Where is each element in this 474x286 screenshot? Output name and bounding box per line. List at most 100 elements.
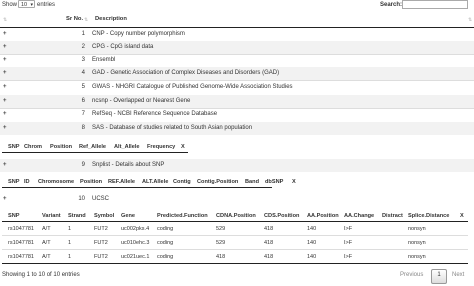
snplist-col-header: X [292, 179, 296, 185]
ucsc-cell: rs1047781 [8, 226, 34, 232]
col-srno-header[interactable]: Sr No. [66, 16, 83, 22]
sas-col-header: SNP [8, 144, 20, 150]
expand-icon[interactable]: + [3, 44, 7, 50]
sr-no-cell: 7 [81, 111, 85, 117]
ucsc-col-header: Symbol [94, 213, 115, 219]
ucsc-cell: 1 [68, 226, 72, 232]
search-input[interactable] [402, 0, 468, 9]
ucsc-col-header: SNP [8, 213, 20, 219]
ucsc-col-header: Gene [121, 213, 135, 219]
ucsc-col-header: Predicted.Function [157, 213, 208, 219]
ucsc-cell: 529 [216, 240, 226, 246]
ucsc-cell: FUT2 [94, 226, 108, 232]
sr-no-cell: 8 [81, 125, 85, 131]
ucsc-cell: FUT2 [94, 240, 108, 246]
ucsc-cell: nonsyn [408, 254, 426, 260]
previous-button[interactable]: Previous [400, 269, 423, 282]
sort-icon[interactable]: ⇅ [3, 17, 7, 23]
sas-col-header: Position [50, 144, 73, 150]
ucsc-cell: nonsyn [408, 240, 426, 246]
show-label: Show [2, 2, 18, 8]
sr-no-cell: 5 [81, 84, 85, 90]
table-row[interactable]: + 5 GWAS - NHGRI Catalogue of Published … [0, 80, 474, 96]
ucsc-col-header: AA.Change [344, 213, 375, 219]
ucsc-col-header: CDS.Position [264, 213, 300, 219]
snplist-col-header: dbSNP [265, 179, 284, 185]
page-length-value: 10 [21, 2, 28, 8]
snplist-col-header: Chromosome [38, 179, 75, 185]
ucsc-cell: I>F [344, 226, 353, 232]
expand-icon[interactable]: + [3, 70, 7, 76]
description-cell: RefSeq - NCBI Reference Sequence Databas… [92, 111, 218, 117]
expand-icon[interactable]: + [3, 57, 7, 63]
ucsc-cell: 140 [307, 226, 317, 232]
ucsc-cell: A/T [42, 254, 51, 260]
ucsc-col-header: Variant [42, 213, 61, 219]
expand-icon[interactable]: + [3, 111, 7, 117]
snplist-col-header: ID [24, 179, 30, 185]
sas-col-header: Frequency [147, 144, 176, 150]
collapse-icon[interactable]: + [3, 125, 7, 131]
sas-col-header: X [181, 144, 185, 150]
entries-label: entries [37, 2, 56, 8]
ucsc-col-header: Strand [68, 213, 86, 219]
ucsc-col-header: X [460, 213, 464, 219]
sr-no-cell: 10 [78, 196, 85, 202]
table-row[interactable]: + 2 CPG - CpG island data [0, 41, 474, 55]
table-info: Showing 1 to 10 of 10 entries [2, 272, 80, 278]
ucsc-cell: rs1047781 [8, 240, 34, 246]
page-length-select[interactable]: 10 ▾ [18, 0, 35, 8]
collapse-icon[interactable]: + [3, 196, 7, 202]
snplist-col-header: ALT.Allele [142, 179, 169, 185]
sr-no-cell: 4 [81, 70, 85, 76]
page-1-button[interactable]: 1 [431, 269, 447, 284]
ucsc-cell: coding [157, 240, 174, 246]
ucsc-col-header: AA.Position [307, 213, 339, 219]
sort-icon[interactable]: ⇅ [468, 17, 472, 23]
description-cell: ncsnp - Overlapped or Nearest Gene [92, 98, 191, 104]
table-row[interactable]: + 1 CNP - Copy number polymorphism [0, 28, 474, 42]
ucsc-cell: 418 [264, 254, 274, 260]
snplist-col-header: Contig.Position [197, 179, 239, 185]
table-row[interactable]: + 3 Ensembl [0, 54, 474, 68]
sr-no-cell: 3 [81, 57, 85, 63]
chevron-down-icon: ▾ [30, 2, 33, 8]
ucsc-row: rs1047781 A/T 1 FUT2 uc002pks.4 coding 5… [2, 222, 468, 236]
ucsc-cell: A/T [42, 226, 51, 232]
snplist-col-header: Contig [173, 179, 191, 185]
description-cell: GWAS - NHGRI Catalogue of Published Geno… [92, 84, 293, 90]
collapse-icon[interactable]: + [3, 162, 7, 168]
table-row[interactable]: + 10 UCSC [0, 193, 474, 205]
col-desc-header[interactable]: Description [95, 16, 127, 22]
ucsc-cell: coding [157, 254, 174, 260]
ucsc-cell: 418 [216, 254, 226, 260]
expand-icon[interactable]: + [3, 84, 7, 90]
sas-col-header: Ref_Allele [79, 144, 107, 150]
table-row[interactable]: + 7 RefSeq - NCBI Reference Sequence Dat… [0, 108, 474, 123]
ucsc-cell: 418 [264, 226, 274, 232]
sr-no-cell: 2 [81, 44, 85, 50]
snplist-col-header: Band [245, 179, 259, 185]
expand-icon[interactable]: + [3, 31, 7, 37]
table-row[interactable]: + 9 Snplist - Details about SNP [0, 159, 474, 172]
ucsc-cell: uc002pks.4 [121, 226, 150, 232]
snplist-col-header: SNP [8, 179, 20, 185]
ucsc-cell: rs1047781 [8, 254, 34, 260]
next-button[interactable]: Next [452, 269, 464, 282]
description-cell: Ensembl [92, 57, 116, 63]
expand-icon[interactable]: + [3, 98, 7, 104]
table-row[interactable]: + 8 SAS - Database of studies related to… [0, 122, 474, 135]
table-row[interactable]: + 4 GAD - Genetic Association of Complex… [0, 67, 474, 81]
table-row[interactable]: + 6 ncsnp - Overlapped or Nearest Gene [0, 95, 474, 109]
description-cell: CNP - Copy number polymorphism [92, 31, 185, 37]
sort-icon[interactable]: ⇅ [84, 17, 88, 23]
ucsc-col-header: Splice.Distance [408, 213, 450, 219]
description-cell: UCSC [92, 196, 110, 202]
ucsc-cell: I>F [344, 240, 353, 246]
ucsc-cell: 1 [68, 254, 72, 260]
ucsc-col-header: CDNA.Position [216, 213, 256, 219]
description-cell: SAS - Database of studies related to Sou… [92, 125, 253, 131]
sas-col-header: Chrom [24, 144, 43, 150]
sr-no-cell: 1 [81, 31, 85, 37]
ucsc-cell: uc010ehc.3 [121, 240, 150, 246]
